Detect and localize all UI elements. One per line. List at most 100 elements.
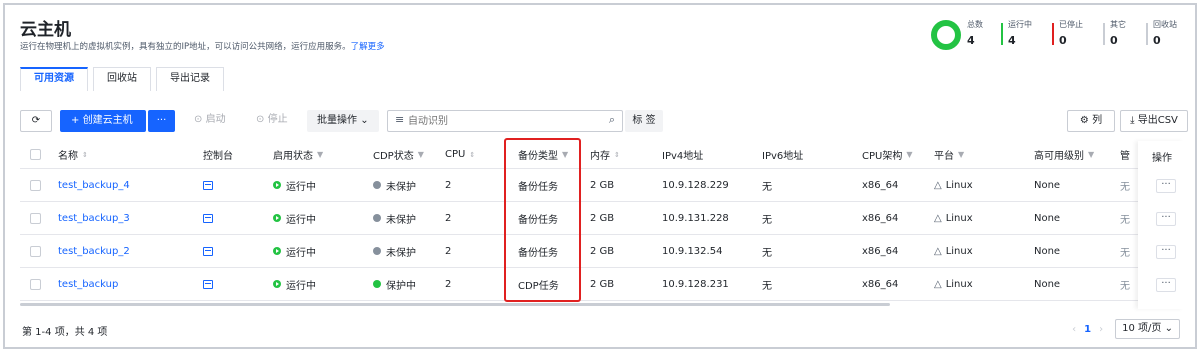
ipv6-value: 无: [762, 181, 772, 193]
filter-lines-icon: ≡: [395, 113, 405, 126]
tab-available[interactable]: 可用资源: [20, 67, 88, 91]
linux-icon: △: [934, 179, 942, 191]
linux-icon: △: [934, 245, 942, 257]
search-box[interactable]: ≡ ⌕: [387, 110, 623, 132]
row-checkbox[interactable]: [30, 268, 41, 300]
col-platform[interactable]: 平台 ▼: [934, 141, 964, 168]
status-ring-icon: [931, 20, 961, 50]
cpu-value: 2: [445, 278, 452, 290]
col-operations: 操作: [1152, 153, 1172, 164]
console-icon[interactable]: [203, 213, 213, 223]
col-ipv6: IPv6地址: [762, 151, 804, 162]
instance-name-link[interactable]: test_backup_3: [58, 213, 130, 224]
table-header: 名称 ⇕ 控制台 启用状态 ▼ CDP状态 ▼ CPU ⇕ 备份类型 ▼ 内存 ⇕ IPv4…: [20, 141, 1184, 169]
col-memory[interactable]: 内存 ⇕: [590, 141, 620, 168]
running-status-icon: [273, 214, 281, 222]
status-cell: 运行中: [273, 235, 316, 267]
tags-button[interactable]: 标 签: [625, 110, 663, 132]
col-cdp[interactable]: CDP状态 ▼: [373, 141, 424, 168]
mgmt-value: 无: [1120, 280, 1130, 292]
cdp-status-icon: [373, 181, 381, 189]
learn-more-link[interactable]: 了解更多: [351, 42, 385, 52]
memory-value: 2 GB: [590, 179, 615, 191]
col-arch-label: CPU架构: [862, 151, 903, 162]
gear-icon: ⚙: [1079, 115, 1089, 126]
col-ha-level[interactable]: 高可用级别 ▼: [1034, 141, 1094, 168]
operations-column: 操作 ··· ··· ··· ···: [1138, 141, 1184, 309]
row-more-button[interactable]: ···: [1156, 245, 1176, 259]
platform-cell: △ Linux: [934, 169, 973, 201]
console-icon[interactable]: [203, 279, 213, 289]
filter-icon[interactable]: ▼: [1088, 150, 1094, 159]
row-checkbox[interactable]: [30, 202, 41, 234]
row-more-button[interactable]: ···: [1156, 212, 1176, 226]
select-all-checkbox[interactable]: [30, 141, 41, 168]
next-page-icon[interactable]: ›: [1099, 324, 1103, 335]
col-cpu[interactable]: CPU ⇕: [445, 141, 475, 168]
console-icon[interactable]: [203, 246, 213, 256]
stat-recycle-value: 0: [1153, 34, 1161, 47]
stat-stopped-value: 0: [1059, 34, 1067, 47]
more-actions-button[interactable]: ···: [148, 110, 175, 132]
stat-recycle-label: 回收站: [1153, 20, 1177, 29]
page-number[interactable]: 1: [1084, 324, 1091, 335]
ha-level-value: None: [1034, 245, 1061, 257]
ipv4-value: 10.9.128.231: [662, 278, 729, 290]
row-checkbox[interactable]: [30, 235, 41, 267]
export-csv-button[interactable]: ⤓ 导出CSV: [1120, 110, 1188, 132]
row-checkbox[interactable]: [30, 169, 41, 201]
download-icon: ⤓: [1130, 115, 1135, 126]
stop-button[interactable]: ⊙ 停止: [250, 110, 300, 132]
page-title: 云主机: [20, 20, 71, 40]
create-instance-button[interactable]: + 创建云主机: [60, 110, 146, 132]
stat-stopped: 已停止 0: [1052, 19, 1083, 47]
search-input[interactable]: [408, 114, 588, 128]
sort-icon[interactable]: ⇕: [82, 151, 88, 159]
columns-button[interactable]: ⚙ 列: [1067, 110, 1115, 132]
refresh-button[interactable]: ⟳: [20, 110, 52, 132]
pagination-count: 第 1-4 项，共 4 项: [22, 327, 108, 338]
cdp-status-icon: [373, 280, 381, 288]
col-ipv4: IPv4地址: [662, 151, 704, 162]
filter-icon[interactable]: ▼: [418, 150, 424, 159]
row-more-button[interactable]: ···: [1156, 179, 1176, 193]
page-size-select[interactable]: 10 项/页 ⌄: [1115, 319, 1180, 339]
stat-running: 运行中 4: [1001, 19, 1032, 47]
cpu-value: 2: [445, 179, 452, 191]
cdp-text: 保护中: [386, 280, 416, 292]
horizontal-scrollbar[interactable]: [20, 303, 890, 306]
row-more-button[interactable]: ···: [1156, 278, 1176, 292]
instance-name-link[interactable]: test_backup: [58, 279, 118, 290]
stat-recycle: 回收站 0: [1146, 19, 1177, 47]
filter-icon[interactable]: ▼: [906, 150, 912, 159]
prev-page-icon[interactable]: ‹: [1072, 324, 1076, 335]
sort-icon[interactable]: ⇕: [614, 151, 620, 159]
stat-stopped-label: 已停止: [1059, 20, 1083, 29]
tab-recycle-bin[interactable]: 回收站: [93, 67, 151, 91]
sort-icon[interactable]: ⇕: [469, 151, 475, 159]
stat-recycle-bar: [1146, 23, 1148, 45]
stat-running-bar: [1001, 23, 1003, 45]
col-status[interactable]: 启用状态 ▼: [273, 141, 323, 168]
stat-other-value: 0: [1110, 34, 1118, 47]
instance-name-link[interactable]: test_backup_2: [58, 246, 130, 257]
col-name-label: 名称: [58, 151, 78, 162]
memory-value: 2 GB: [590, 245, 615, 257]
ha-level-value: None: [1034, 212, 1061, 224]
col-cpu-arch[interactable]: CPU架构 ▼: [862, 141, 913, 168]
cpu-arch-value: x86_64: [862, 245, 899, 257]
mgmt-value: 无: [1120, 181, 1130, 193]
highlight-box: [504, 138, 581, 302]
filter-icon[interactable]: ▼: [317, 150, 323, 159]
search-icon[interactable]: ⌕: [609, 113, 615, 127]
filter-icon[interactable]: ▼: [958, 150, 964, 159]
linux-icon: △: [934, 278, 942, 290]
stat-total: 总数 4: [967, 19, 983, 47]
tab-export-records[interactable]: 导出记录: [156, 67, 224, 91]
start-button[interactable]: ⊙ 启动: [188, 110, 238, 132]
instance-name-link[interactable]: test_backup_4: [58, 180, 130, 191]
col-name[interactable]: 名称 ⇕: [58, 141, 88, 168]
console-icon[interactable]: [203, 180, 213, 190]
cpu-value: 2: [445, 212, 452, 224]
batch-actions-dropdown[interactable]: 批量操作 ⌄: [307, 110, 379, 132]
